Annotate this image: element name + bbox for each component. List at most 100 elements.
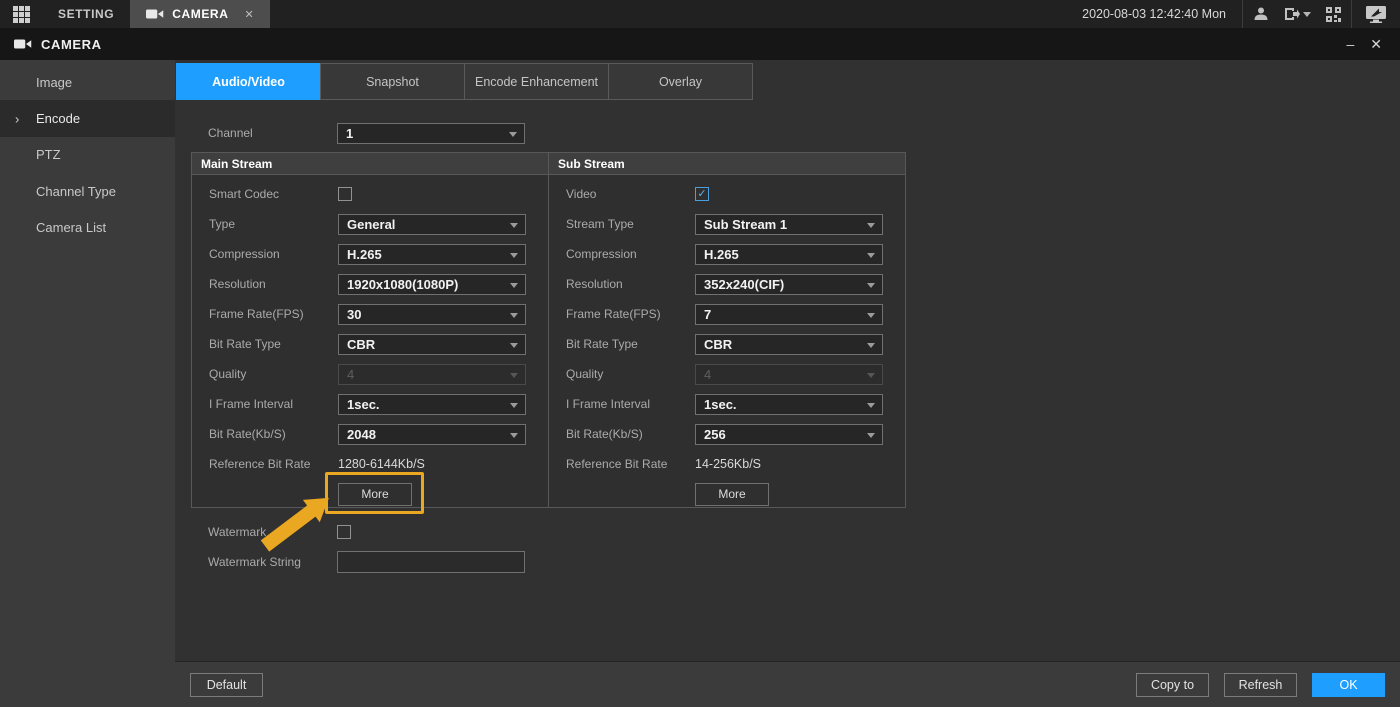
close-icon[interactable]: ✕ bbox=[244, 8, 254, 21]
logout-icon bbox=[1284, 7, 1300, 21]
tab-audio-video[interactable]: Audio/Video bbox=[176, 63, 321, 100]
sub-stream-bit-rate-type-select[interactable]: CBR bbox=[695, 334, 883, 355]
apps-menu-button[interactable] bbox=[0, 0, 42, 28]
main-stream-panel: Main Stream Smart CodecTypeGeneralCompre… bbox=[191, 152, 549, 508]
sub-stream-bit-rate-type-label: Bit Rate Type bbox=[566, 337, 695, 351]
display-output-button[interactable] bbox=[1352, 0, 1400, 28]
watermark-watermark-label: Watermark bbox=[208, 525, 337, 539]
top-tab-setting[interactable]: SETTING bbox=[42, 0, 130, 28]
sidebar-item-label: PTZ bbox=[36, 147, 61, 162]
active-item-arrow-icon: › bbox=[15, 111, 19, 126]
sidebar-item-ptz[interactable]: PTZ bbox=[0, 137, 175, 173]
sub-stream-stream-type-select[interactable]: Sub Stream 1 bbox=[695, 214, 883, 235]
channel-select[interactable]: 1 bbox=[337, 123, 525, 144]
chevron-down-icon bbox=[867, 373, 875, 378]
camera-icon bbox=[146, 8, 164, 20]
sub-stream-resolution-value: 352x240(CIF) bbox=[704, 277, 784, 292]
main-stream-type-value: General bbox=[347, 217, 395, 232]
sub-stream-row-resolution: Resolution352x240(CIF) bbox=[549, 269, 905, 299]
main-stream-resolution-select[interactable]: 1920x1080(1080P) bbox=[338, 274, 526, 295]
chevron-down-icon bbox=[510, 343, 518, 348]
main-stream-row-bit-rate-kb-s: Bit Rate(Kb/S)2048 bbox=[192, 419, 548, 449]
sub-stream-stream-type-label: Stream Type bbox=[566, 217, 695, 231]
chevron-down-icon bbox=[509, 132, 517, 137]
main-stream-type-select[interactable]: General bbox=[338, 214, 526, 235]
sub-stream-row-stream-type: Stream TypeSub Stream 1 bbox=[549, 209, 905, 239]
channel-value: 1 bbox=[346, 126, 353, 141]
sidebar-item-image[interactable]: Image bbox=[0, 64, 175, 100]
sub-stream-video-checkbox[interactable]: ✓ bbox=[695, 187, 709, 201]
sub-stream-quality-value: 4 bbox=[704, 367, 711, 382]
main-stream-row-quality: Quality4 bbox=[192, 359, 548, 389]
top-tab-camera[interactable]: CAMERA ✕ bbox=[130, 0, 270, 28]
sub-stream-bit-rate-kb-s-label: Bit Rate(Kb/S) bbox=[566, 427, 695, 441]
main-stream-frame-rate-fps-value: 30 bbox=[347, 307, 361, 322]
sidebar-item-camera-list[interactable]: Camera List bbox=[0, 210, 175, 246]
watermark-watermark-string-input[interactable] bbox=[337, 551, 525, 573]
sub-stream-row-bit-rate-type: Bit Rate Type CBR bbox=[549, 329, 905, 359]
ok-button[interactable]: OK bbox=[1312, 673, 1385, 697]
chevron-down-icon bbox=[510, 283, 518, 288]
copy-to-button[interactable]: Copy to bbox=[1136, 673, 1209, 697]
qr-code-button[interactable] bbox=[1315, 0, 1351, 28]
refresh-button[interactable]: Refresh bbox=[1224, 673, 1297, 697]
main-stream-frame-rate-fps-select[interactable]: 30 bbox=[338, 304, 526, 325]
nvr-settings-window: SETTING CAMERA ✕ 2020-08-03 12:42:40 Mon… bbox=[0, 0, 1400, 707]
sub-stream-compression-select[interactable]: H.265 bbox=[695, 244, 883, 265]
logout-button[interactable] bbox=[1279, 0, 1315, 28]
sidebar-item-label: Image bbox=[36, 75, 72, 90]
main-stream-more-button[interactable]: More bbox=[338, 483, 412, 506]
chevron-down-icon bbox=[510, 403, 518, 408]
main-stream-row-i-frame-interval: I Frame Interval1sec. bbox=[192, 389, 548, 419]
sub-stream-row-i-frame-interval: I Frame Interval1sec. bbox=[549, 389, 905, 419]
tab-overlay[interactable]: Overlay bbox=[608, 63, 753, 100]
window-title-bar: CAMERA – ✕ bbox=[0, 28, 1400, 60]
sub-stream-more-button[interactable]: More bbox=[695, 483, 769, 506]
watermark-watermark-checkbox[interactable] bbox=[337, 525, 351, 539]
sidebar-item-encode[interactable]: ›Encode bbox=[0, 100, 175, 136]
main-stream-compression-value: H.265 bbox=[347, 247, 382, 262]
sub-stream-row-reference-bit-rate: Reference Bit Rate14-256Kb/S bbox=[549, 449, 905, 479]
sidebar-item-label: Channel Type bbox=[36, 184, 116, 199]
main-stream-bit-rate-type-label: Bit Rate Type bbox=[209, 337, 338, 351]
tab-encode-enhancement[interactable]: Encode Enhancement bbox=[464, 63, 609, 100]
sub-stream-row-more: More bbox=[549, 479, 905, 509]
main-stream-row-smart-codec: Smart Codec bbox=[192, 179, 548, 209]
main-stream-bit-rate-type-select[interactable]: CBR bbox=[338, 334, 526, 355]
sub-stream-title: Sub Stream bbox=[549, 153, 905, 175]
main-stream-i-frame-interval-select[interactable]: 1sec. bbox=[338, 394, 526, 415]
user-icon bbox=[1253, 6, 1269, 22]
main-stream-type-label: Type bbox=[209, 217, 338, 231]
default-button[interactable]: Default bbox=[190, 673, 263, 697]
sub-stream-compression-label: Compression bbox=[566, 247, 695, 261]
chevron-down-icon bbox=[867, 403, 875, 408]
main-stream-row-type: Type General bbox=[192, 209, 548, 239]
main-stream-smart-codec-checkbox[interactable] bbox=[338, 187, 352, 201]
watermark-row-watermark-string: Watermark String bbox=[191, 547, 525, 577]
sub-stream-i-frame-interval-select[interactable]: 1sec. bbox=[695, 394, 883, 415]
main-stream-bit-rate-kb-s-select[interactable]: 2048 bbox=[338, 424, 526, 445]
sub-stream-bit-rate-type-value: CBR bbox=[704, 337, 732, 352]
main-stream-reference-bit-rate-label: Reference Bit Rate bbox=[209, 457, 338, 471]
sub-stream-bit-rate-kb-s-select[interactable]: 256 bbox=[695, 424, 883, 445]
sub-stream-frame-rate-fps-select[interactable]: 7 bbox=[695, 304, 883, 325]
datetime-display: 2020-08-03 12:42:40 Mon bbox=[1082, 7, 1226, 21]
main-stream-compression-select[interactable]: H.265 bbox=[338, 244, 526, 265]
sidebar-item-channel-type[interactable]: Channel Type bbox=[0, 173, 175, 209]
top-bar: SETTING CAMERA ✕ 2020-08-03 12:42:40 Mon bbox=[0, 0, 1400, 28]
main-stream-smart-codec-label: Smart Codec bbox=[209, 187, 338, 201]
sidebar-item-label: Camera List bbox=[36, 220, 106, 235]
camera-tab-label: CAMERA bbox=[172, 7, 228, 21]
user-button[interactable] bbox=[1243, 0, 1279, 28]
main-stream-row-reference-bit-rate: Reference Bit Rate1280-6144Kb/S bbox=[192, 449, 548, 479]
sub-stream-resolution-select[interactable]: 352x240(CIF) bbox=[695, 274, 883, 295]
close-icon[interactable]: ✕ bbox=[1370, 37, 1382, 51]
minimize-icon[interactable]: – bbox=[1346, 37, 1354, 51]
channel-row: Channel 1 bbox=[191, 118, 525, 148]
tab-snapshot[interactable]: Snapshot bbox=[320, 63, 465, 100]
main-stream-resolution-label: Resolution bbox=[209, 277, 338, 291]
grid-icon bbox=[13, 6, 30, 23]
main-stream-title: Main Stream bbox=[192, 153, 548, 175]
main-stream-quality-select: 4 bbox=[338, 364, 526, 385]
main-content: Audio/VideoSnapshotEncode EnhancementOve… bbox=[175, 60, 1400, 707]
